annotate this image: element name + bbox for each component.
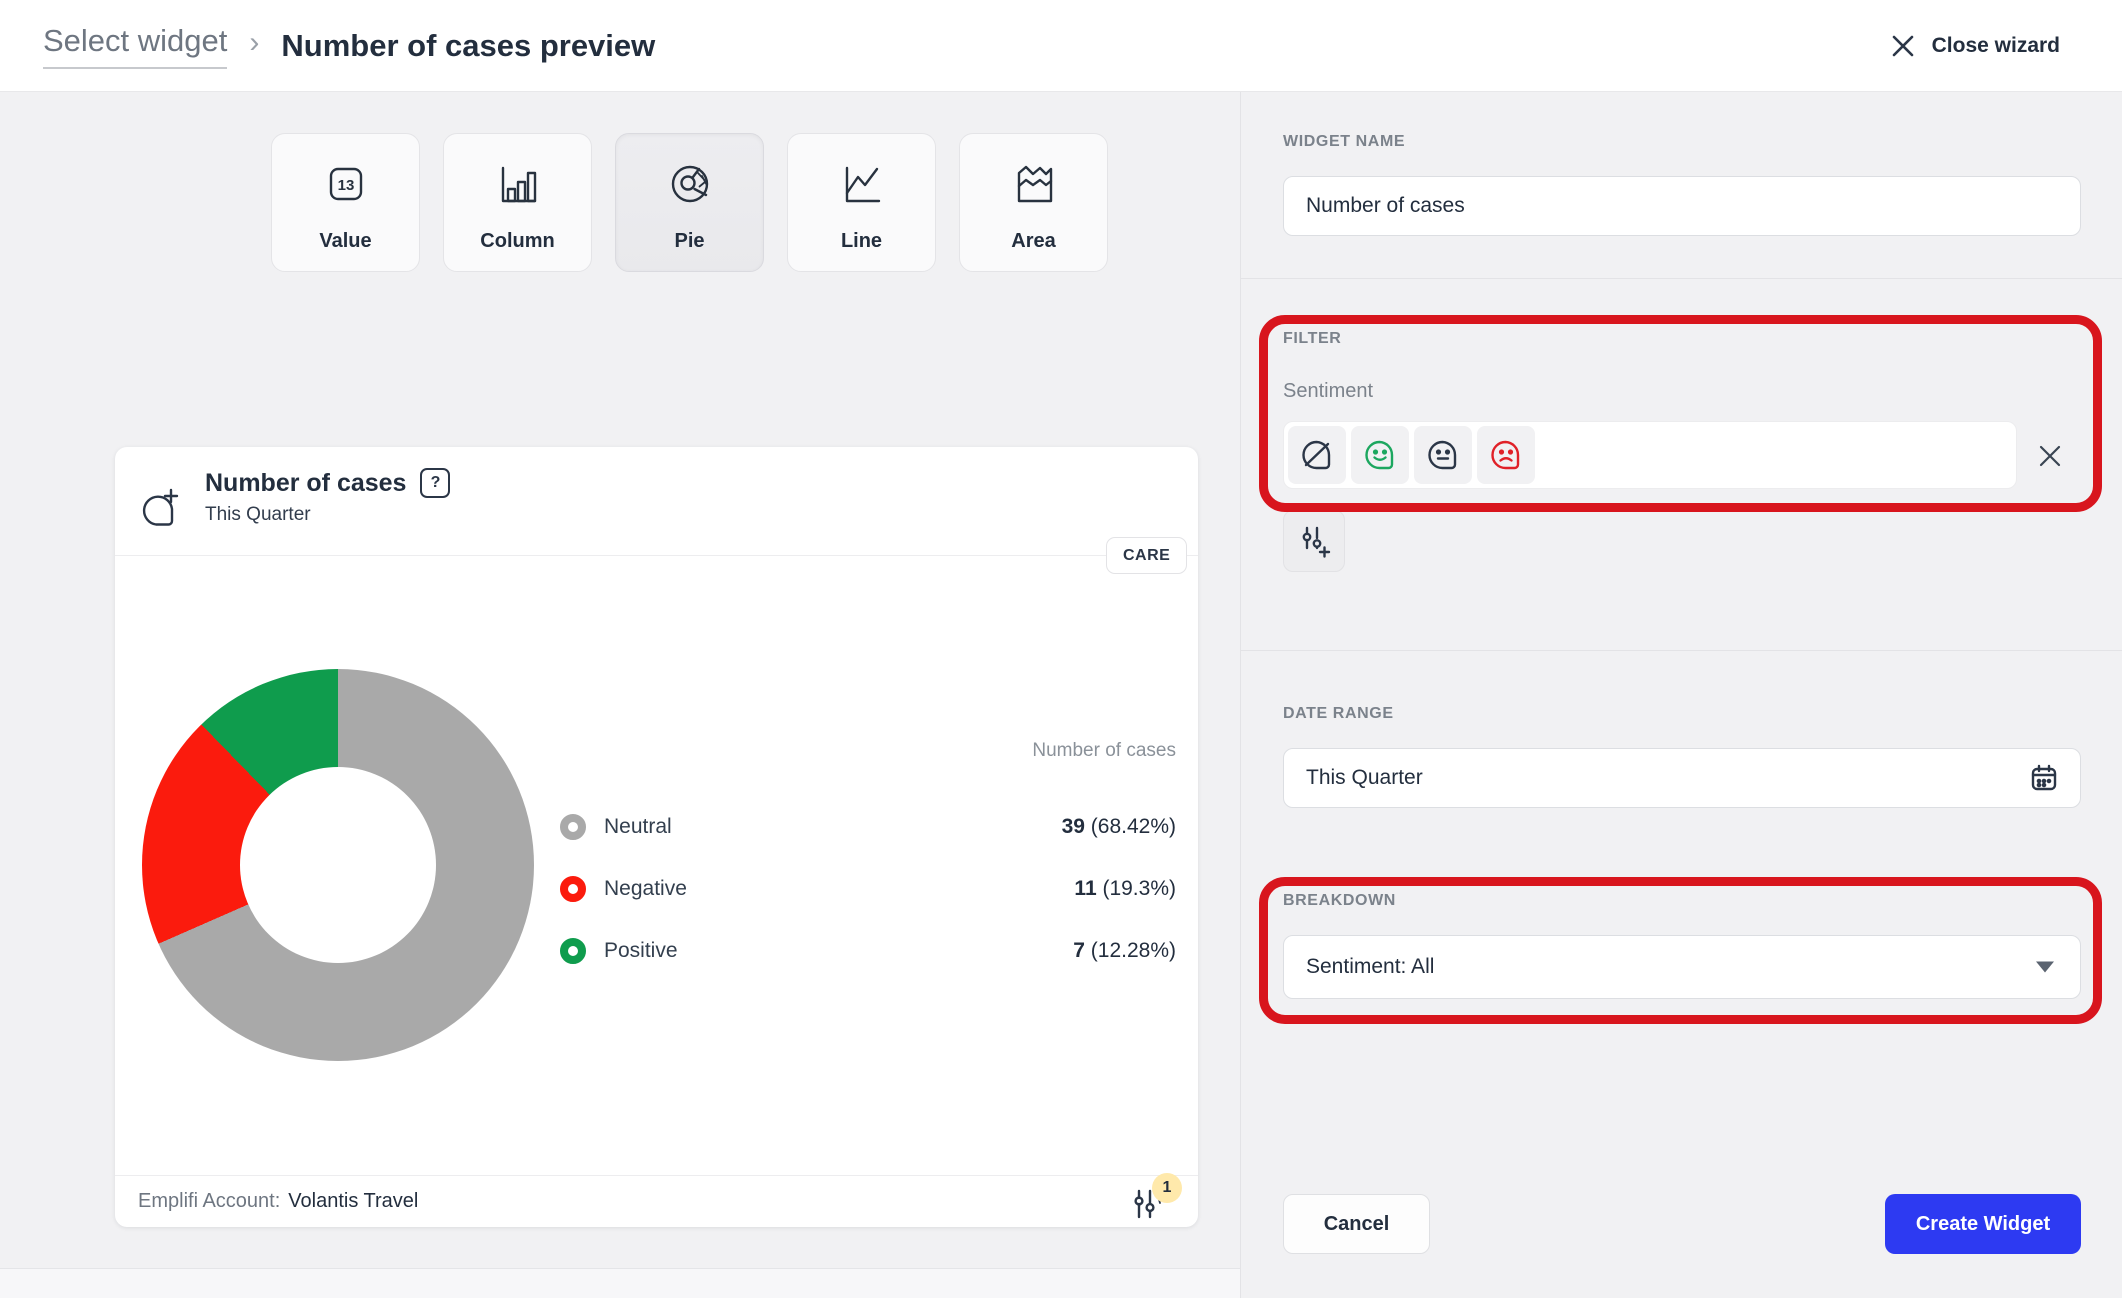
sentiment-negative-icon — [1487, 436, 1525, 474]
legend-label: Negative — [604, 877, 687, 901]
legend-column-header: Number of cases — [560, 740, 1176, 766]
close-wizard-label: Close wizard — [1932, 34, 2060, 58]
top-bar: Select widget › Number of cases preview … — [0, 0, 2122, 92]
widget-type-value-button[interactable]: 13 Value — [271, 133, 420, 272]
sentiment-positive-icon — [1361, 436, 1399, 474]
line-chart-icon — [834, 156, 890, 212]
breadcrumb: Select widget › Number of cases preview — [43, 0, 655, 92]
date-range-select[interactable]: This Quarter — [1283, 748, 2081, 808]
case-plus-icon — [133, 485, 181, 533]
legend-label: Positive — [604, 939, 678, 963]
legend-row: Positive 7 (12.28%) — [560, 920, 1176, 982]
care-badge: CARE — [1106, 537, 1187, 574]
bottom-strip — [0, 1268, 1240, 1298]
widget-type-column-button[interactable]: Column — [443, 133, 592, 272]
legend-row: Neutral 39 (68.42%) — [560, 796, 1176, 858]
widget-name-input[interactable] — [1306, 194, 2058, 218]
column-chart-icon — [490, 156, 546, 212]
value-icon: 13 — [318, 156, 374, 212]
pie-chart-icon — [662, 156, 718, 212]
widget-type-label: Line — [841, 230, 882, 253]
widget-type-pie-button[interactable]: Pie — [615, 133, 764, 272]
breadcrumb-separator: › — [249, 26, 259, 60]
close-icon — [1890, 33, 1916, 59]
close-wizard-button[interactable]: Close wizard — [1890, 0, 2060, 92]
card-subtitle: This Quarter — [205, 504, 311, 526]
widget-type-label: Pie — [674, 230, 704, 253]
breadcrumb-back-link[interactable]: Select widget — [43, 23, 227, 69]
legend-dot — [560, 938, 586, 964]
breakdown-label: BREAKDOWN — [1283, 892, 1396, 910]
add-filter-button[interactable] — [1283, 510, 1345, 572]
sentiment-filter-box — [1283, 421, 2017, 489]
sliders-plus-icon — [1296, 523, 1332, 559]
widget-name-label: WIDGET NAME — [1283, 133, 1405, 151]
card-footer: Emplifi Account: Volantis Travel 1 — [115, 1176, 1198, 1227]
legend-dot — [560, 876, 586, 902]
sentiment-neutral-button[interactable] — [1414, 426, 1472, 484]
create-widget-button[interactable]: Create Widget — [1885, 1194, 2081, 1254]
account-value: Volantis Travel — [288, 1190, 418, 1213]
widget-type-area-button[interactable]: Area — [959, 133, 1108, 272]
legend-value: 39 (68.42%) — [1062, 815, 1176, 839]
legend-value: 7 (12.28%) — [1073, 939, 1176, 963]
legend-dot — [560, 814, 586, 840]
sentiment-positive-button[interactable] — [1351, 426, 1409, 484]
date-range-label: DATE RANGE — [1283, 705, 1394, 723]
date-range-value: This Quarter — [1306, 766, 1423, 790]
card-filters-button[interactable]: 1 — [1128, 1179, 1174, 1225]
panel-divider-1 — [1241, 278, 2122, 279]
chevron-down-icon — [2036, 962, 2054, 973]
breakdown-dropdown[interactable]: Sentiment: All — [1283, 935, 2081, 999]
donut-chart-hole — [240, 767, 436, 963]
sentiment-negative-button[interactable] — [1477, 426, 1535, 484]
area-chart-icon — [1006, 156, 1062, 212]
svg-text:13: 13 — [337, 177, 354, 194]
calendar-icon — [2028, 762, 2060, 794]
legend-row: Negative 11 (19.3%) — [560, 858, 1176, 920]
sentiment-field-label: Sentiment — [1283, 380, 1373, 403]
widget-type-label: Column — [480, 230, 554, 253]
panel-divider-2 — [1241, 650, 2122, 651]
page-title: Number of cases preview — [281, 28, 655, 64]
help-icon[interactable]: ? — [420, 468, 450, 498]
account-label: Emplifi Account: — [138, 1190, 280, 1213]
clear-filter-button[interactable] — [2036, 442, 2064, 470]
legend-label: Neutral — [604, 815, 672, 839]
widget-name-field — [1283, 176, 2081, 236]
sentiment-neutral-icon — [1424, 436, 1462, 474]
widget-type-line-button[interactable]: Line — [787, 133, 936, 272]
chart-legend: Number of cases Neutral 39 (68.42%) Negati… — [560, 740, 1176, 982]
sentiment-unset-icon — [1298, 436, 1336, 474]
breakdown-value: Sentiment: All — [1306, 955, 1434, 979]
filter-label: FILTER — [1283, 330, 1341, 348]
sentiment-unset-button[interactable] — [1288, 426, 1346, 484]
filter-count-badge: 1 — [1152, 1173, 1182, 1203]
widget-type-label: Value — [319, 230, 371, 253]
card-title: Number of cases — [205, 469, 406, 498]
card-header-divider — [115, 555, 1198, 556]
legend-value: 11 (19.3%) — [1074, 877, 1176, 901]
widget-type-label: Area — [1011, 230, 1055, 253]
panel-vertical-divider — [1240, 92, 1241, 1298]
cancel-button[interactable]: Cancel — [1283, 1194, 1430, 1254]
